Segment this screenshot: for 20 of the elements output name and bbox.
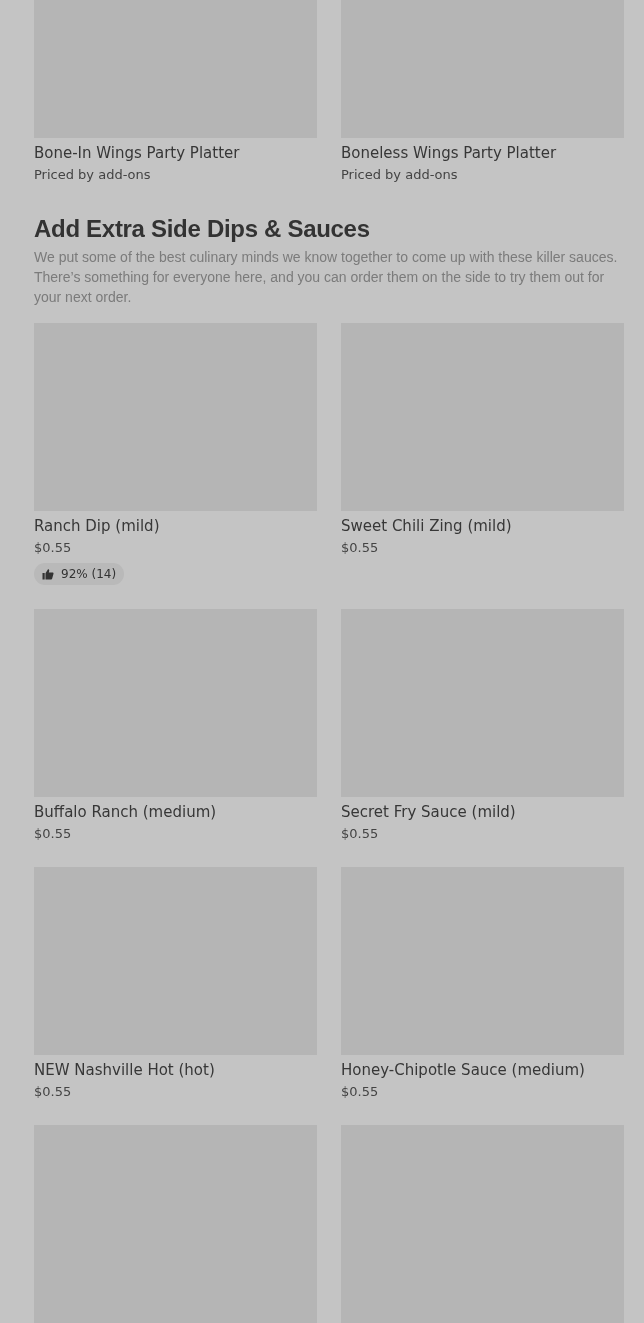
- item-title[interactable]: Ranch Dip (mild): [34, 516, 317, 536]
- thumbs-up-icon: [42, 568, 54, 580]
- item-price: Priced by add-ons: [34, 166, 152, 184]
- section-heading: Add Extra Side Dips & Sauces: [34, 214, 371, 244]
- item-title[interactable]: Secret Fry Sauce (mild): [341, 802, 624, 822]
- item-title[interactable]: Boneless Wings Party Platter: [341, 143, 624, 163]
- item-price: $0.55: [341, 539, 380, 557]
- item-price: Priced by add-ons: [341, 166, 459, 184]
- item-title[interactable]: Buffalo Ranch (medium): [34, 802, 317, 822]
- item-title[interactable]: Sweet Chili Zing (mild): [341, 516, 624, 536]
- item-price: $0.55: [34, 825, 73, 843]
- item-title[interactable]: Honey-Chipotle Sauce (medium): [341, 1060, 624, 1080]
- section-description: We put some of the best culinary minds we know together to come up with these killer sauces. There’s something for everyone here, and you can order them on the side to try them out for your next order.: [34, 248, 619, 307]
- item-price: $0.55: [34, 539, 73, 557]
- item-price: $0.55: [341, 825, 380, 843]
- item-title[interactable]: Bone-In Wings Party Platter: [34, 143, 317, 163]
- rating-text: 92% (14): [61, 566, 117, 582]
- item-price: $0.55: [34, 1083, 73, 1101]
- item-price: $0.55: [341, 1083, 380, 1101]
- item-title[interactable]: NEW Nashville Hot (hot): [34, 1060, 317, 1080]
